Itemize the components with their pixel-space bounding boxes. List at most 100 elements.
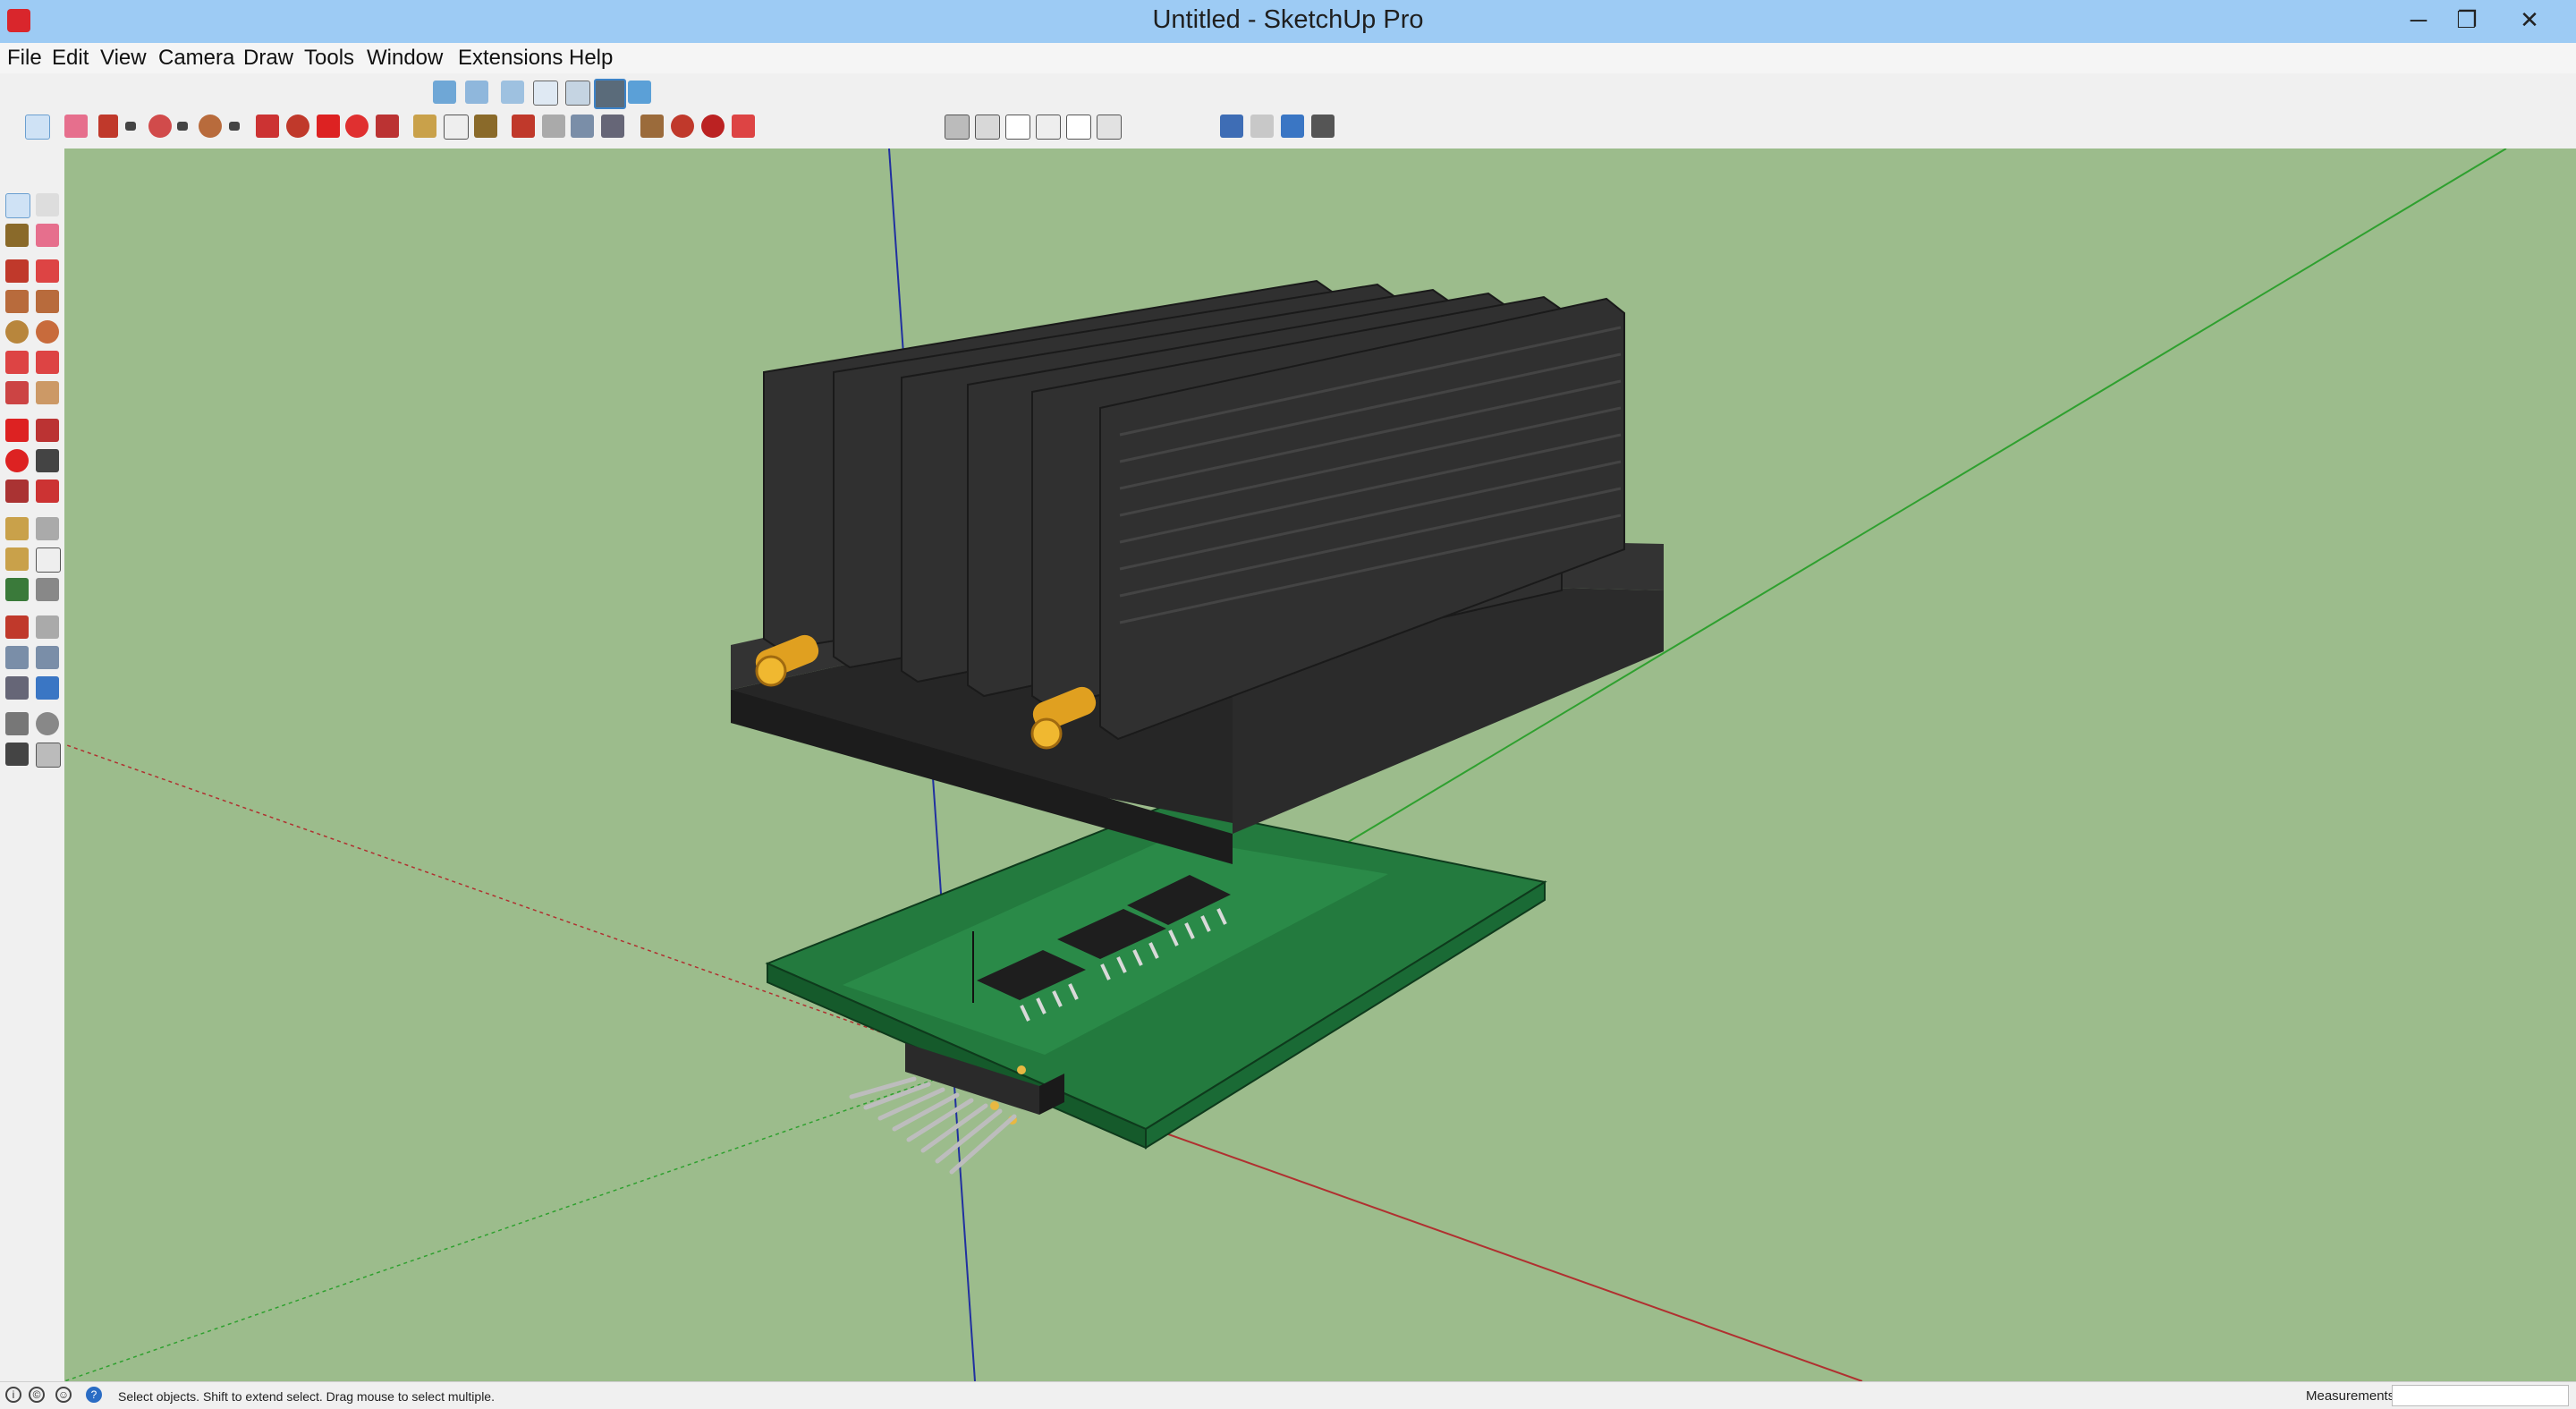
menu-file[interactable]: File bbox=[7, 46, 42, 71]
warehouse-icon[interactable] bbox=[640, 115, 664, 138]
select-icon[interactable] bbox=[25, 115, 50, 140]
dimension-icon[interactable] bbox=[36, 517, 59, 540]
top-view-icon[interactable] bbox=[465, 81, 488, 104]
send-to-layout-icon[interactable] bbox=[732, 115, 755, 138]
arc-dropdown-icon[interactable] bbox=[177, 122, 188, 131]
scale-icon[interactable] bbox=[376, 115, 399, 138]
heatsink[interactable] bbox=[731, 279, 1664, 864]
sandbox-icon[interactable] bbox=[1220, 115, 1243, 138]
restore-button[interactable]: ❐ bbox=[2438, 0, 2496, 39]
scale-icon[interactable] bbox=[5, 480, 29, 503]
menu-view[interactable]: View bbox=[100, 46, 147, 71]
eraser-icon[interactable] bbox=[64, 115, 88, 138]
rotated-rect-icon[interactable] bbox=[36, 290, 59, 313]
circle-icon[interactable] bbox=[199, 115, 222, 138]
front-view-icon[interactable] bbox=[501, 81, 524, 104]
window-title: Untitled - SketchUp Pro bbox=[1152, 5, 1424, 34]
polygon-icon[interactable] bbox=[36, 320, 59, 344]
previous-icon[interactable] bbox=[36, 676, 59, 700]
zoom-icon[interactable] bbox=[571, 115, 594, 138]
rotate-icon[interactable] bbox=[5, 449, 29, 472]
push-pull-icon[interactable] bbox=[36, 419, 59, 442]
text-icon[interactable] bbox=[444, 115, 469, 140]
red-axis-negative bbox=[64, 743, 976, 1066]
move-icon[interactable] bbox=[5, 419, 29, 442]
viewport-canvas[interactable] bbox=[64, 149, 2576, 1381]
zoom-extents-icon[interactable] bbox=[5, 676, 29, 700]
text-icon[interactable] bbox=[36, 547, 61, 573]
section-plane-icon[interactable] bbox=[36, 743, 61, 768]
orbit-icon[interactable] bbox=[5, 615, 29, 639]
menu-help[interactable]: Help bbox=[569, 46, 613, 71]
color-by-layer-icon[interactable] bbox=[1097, 115, 1122, 140]
user-icon[interactable]: ☺ bbox=[55, 1387, 72, 1403]
select-icon[interactable] bbox=[5, 193, 30, 218]
menu-edit[interactable]: Edit bbox=[52, 46, 89, 71]
zoom-window-icon[interactable] bbox=[36, 646, 59, 669]
pencil-icon[interactable] bbox=[5, 259, 29, 283]
menu-camera[interactable]: Camera bbox=[158, 46, 234, 71]
look-around-icon[interactable] bbox=[36, 712, 59, 735]
back-view-icon[interactable] bbox=[565, 81, 590, 106]
zoom-icon[interactable] bbox=[5, 646, 29, 669]
rotate-icon[interactable] bbox=[345, 115, 369, 138]
extension-warehouse-icon[interactable] bbox=[671, 115, 694, 138]
3d-text-icon[interactable] bbox=[36, 578, 59, 601]
iso-view-icon[interactable] bbox=[433, 81, 456, 104]
grid-icon[interactable] bbox=[1250, 115, 1274, 138]
layout-icon[interactable] bbox=[701, 115, 724, 138]
walk-icon[interactable] bbox=[5, 743, 29, 766]
circle-dropdown-icon[interactable] bbox=[229, 122, 240, 131]
component-icon[interactable] bbox=[1281, 115, 1304, 138]
shaded-textures-icon[interactable] bbox=[628, 81, 651, 104]
wireframe-icon[interactable] bbox=[1005, 115, 1030, 140]
arc-icon[interactable] bbox=[148, 115, 172, 138]
help-icon[interactable]: ? bbox=[86, 1387, 102, 1403]
pie-icon[interactable] bbox=[36, 381, 59, 404]
position-camera-icon[interactable] bbox=[5, 712, 29, 735]
tape-icon[interactable] bbox=[413, 115, 436, 138]
circle-icon[interactable] bbox=[5, 320, 29, 344]
pencil-icon[interactable] bbox=[98, 115, 118, 138]
push-pull-icon[interactable] bbox=[256, 115, 279, 138]
follow-me-icon[interactable] bbox=[286, 115, 309, 138]
move-icon[interactable] bbox=[317, 115, 340, 138]
xray-icon[interactable] bbox=[945, 115, 970, 140]
monochrome-icon[interactable] bbox=[1066, 115, 1091, 140]
green-axis-negative bbox=[64, 1065, 976, 1381]
line-dropdown-icon[interactable] bbox=[125, 122, 136, 131]
paint-icon[interactable] bbox=[474, 115, 497, 138]
tape-icon[interactable] bbox=[5, 517, 29, 540]
follow-me-icon[interactable] bbox=[36, 449, 59, 472]
back-edges-icon[interactable] bbox=[975, 115, 1000, 140]
protractor-icon[interactable] bbox=[5, 547, 29, 571]
zoom-extents-icon[interactable] bbox=[601, 115, 624, 138]
menu-tools[interactable]: Tools bbox=[304, 46, 354, 71]
menu-window[interactable]: Window bbox=[367, 46, 443, 71]
section-icon[interactable] bbox=[1311, 115, 1335, 138]
eraser-icon[interactable] bbox=[36, 224, 59, 247]
axes-icon[interactable] bbox=[5, 578, 29, 601]
pan-icon[interactable] bbox=[542, 115, 565, 138]
3pt-arc-icon[interactable] bbox=[5, 381, 29, 404]
pan-icon[interactable] bbox=[36, 615, 59, 639]
menu-draw[interactable]: Draw bbox=[243, 46, 293, 71]
menu-extensions[interactable]: Extensions bbox=[458, 46, 563, 71]
close-button[interactable]: ✕ bbox=[2501, 0, 2558, 39]
model-viewport[interactable] bbox=[64, 149, 2576, 1381]
rectangle-icon[interactable] bbox=[5, 290, 29, 313]
hidden-line-icon[interactable] bbox=[1036, 115, 1061, 140]
left-toolbar bbox=[0, 149, 65, 1381]
offset-icon[interactable] bbox=[36, 480, 59, 503]
info-icon[interactable]: i bbox=[5, 1387, 21, 1403]
measurements-input[interactable] bbox=[2392, 1385, 2569, 1406]
component-icon[interactable] bbox=[36, 193, 59, 216]
shaded-icon[interactable] bbox=[594, 79, 626, 109]
paint-icon[interactable] bbox=[5, 224, 29, 247]
arc-icon[interactable] bbox=[5, 351, 29, 374]
right-view-icon[interactable] bbox=[533, 81, 558, 106]
credit-icon[interactable]: © bbox=[29, 1387, 45, 1403]
orbit-icon[interactable] bbox=[512, 115, 535, 138]
freehand-icon[interactable] bbox=[36, 259, 59, 283]
2pt-arc-icon[interactable] bbox=[36, 351, 59, 374]
